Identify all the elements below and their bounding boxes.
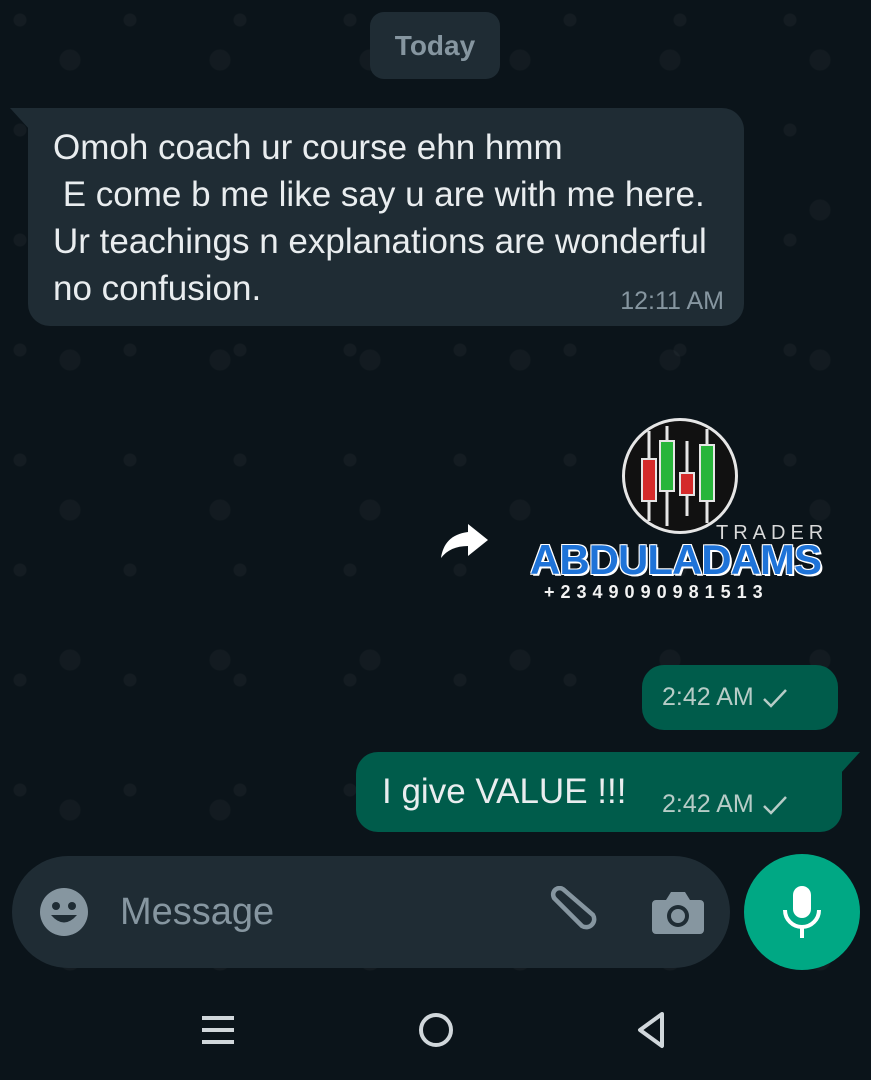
message-time: 12:11 AM [620, 287, 724, 315]
recents-button[interactable] [196, 1008, 240, 1052]
recents-icon [202, 1016, 234, 1044]
back-icon [638, 1012, 664, 1048]
message-time: 2:42 AM [662, 683, 754, 711]
home-icon [419, 1013, 453, 1047]
emoji-button[interactable] [38, 886, 90, 938]
forward-icon [441, 524, 488, 558]
message-composer [12, 856, 730, 968]
outgoing-message-bubble[interactable]: 2:42 AM [642, 665, 838, 730]
message-text: I give VALUE !!! [382, 772, 627, 811]
forward-button[interactable] [436, 515, 492, 565]
paperclip-icon [550, 885, 597, 930]
image-message[interactable]: TRADER ABDULADAMS +2349090981513 [530, 418, 840, 608]
single-check-icon [762, 688, 787, 708]
emoji-icon [40, 888, 88, 936]
message-meta: 2:42 AM [662, 683, 788, 712]
camera-icon [652, 892, 704, 934]
microphone-icon [783, 886, 821, 938]
date-label: Today [394, 29, 476, 61]
incoming-message-bubble[interactable]: Omoh coach ur course ehn hmm E come b me… [10, 108, 744, 326]
logo-brand-name: ABDULADAMS [530, 536, 822, 583]
message-text: Omoh coach ur course ehn hmm E come b me… [53, 128, 707, 308]
date-chip: Today [370, 12, 500, 79]
home-button[interactable] [414, 1008, 458, 1052]
system-navigation-bar [0, 980, 871, 1080]
voice-message-button[interactable] [744, 854, 860, 970]
logo-phone-number: +2349090981513 [544, 582, 769, 602]
message-input[interactable] [120, 880, 520, 944]
attach-button[interactable] [540, 885, 600, 938]
candlestick-icon [641, 426, 715, 526]
back-button[interactable] [630, 1008, 674, 1052]
message-time: 2:42 AM [662, 790, 754, 818]
single-check-icon [762, 795, 787, 815]
logo-candlestick-emblem [622, 418, 738, 534]
camera-button[interactable] [650, 886, 706, 938]
outgoing-message-bubble[interactable]: I give VALUE !!! 2:42 AM [356, 752, 860, 832]
message-meta: 2:42 AM [662, 790, 788, 819]
